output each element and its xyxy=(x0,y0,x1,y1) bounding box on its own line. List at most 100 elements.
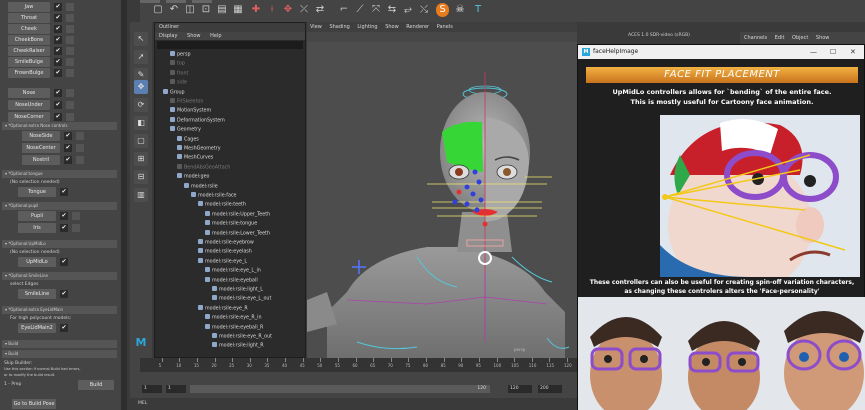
outliner-node[interactable]: model:rsile:eye_L_in xyxy=(205,267,261,275)
rig-build-button[interactable]: UpMidLo xyxy=(18,257,56,267)
rig-section-header[interactable]: *Optional:SmileLine xyxy=(2,272,117,280)
outliner-node[interactable]: model:rsile:tongue xyxy=(205,220,257,228)
rig-section-header[interactable]: *Optional:UpMidLo xyxy=(2,240,117,248)
rig-checkbox[interactable]: ✔ xyxy=(54,14,62,22)
rig-checkbox[interactable]: ✔ xyxy=(54,101,62,109)
parent-icon[interactable]: ⇆ xyxy=(386,3,398,17)
outliner-node[interactable]: Geometry xyxy=(170,126,201,134)
edit-menu[interactable]: Edit xyxy=(775,35,785,41)
rig-options-button[interactable] xyxy=(76,132,84,140)
orient-icon[interactable]: ⤧ xyxy=(370,3,382,17)
viewport-icon-bar[interactable] xyxy=(307,32,577,42)
rig-checkbox[interactable]: ✔ xyxy=(60,258,68,266)
layer-icon[interactable]: ▤ xyxy=(216,3,228,17)
pane-layout-icon[interactable]: ⊟ xyxy=(134,170,148,184)
bind-skin-icon[interactable]: ✥ xyxy=(282,3,294,17)
rig-checkbox[interactable]: ✔ xyxy=(54,58,62,66)
rig-checkbox[interactable]: ✔ xyxy=(54,69,62,77)
rig-build-button[interactable]: Nostril xyxy=(22,155,60,165)
rig-build-button[interactable]: Tongue xyxy=(18,187,56,197)
outliner-node[interactable]: Cages xyxy=(177,135,199,144)
outliner-node[interactable]: model:rsile:eyelash xyxy=(198,248,252,256)
window-titlebar[interactable]: M faceHelpImage — ☐ ✕ xyxy=(578,45,864,59)
rig-options-button[interactable] xyxy=(66,69,74,77)
rig-build-button[interactable]: Pupil xyxy=(18,211,56,221)
outliner-node[interactable]: persp xyxy=(170,51,191,59)
rig-build-button[interactable]: NoseUnder xyxy=(8,100,50,110)
rig-checkbox[interactable]: ✔ xyxy=(60,188,68,196)
rig-build-button[interactable]: CheekBone xyxy=(8,35,50,45)
character-model-view[interactable] xyxy=(307,42,577,358)
pole-icon[interactable]: ⤯ xyxy=(418,3,430,17)
rig-options-button[interactable] xyxy=(76,144,84,152)
viewport-menu-show[interactable]: Show xyxy=(385,24,399,30)
command-line[interactable]: MEL xyxy=(130,398,577,410)
rig-checkbox[interactable]: ✔ xyxy=(54,113,62,121)
mirror-icon[interactable]: ⇄ xyxy=(314,3,326,17)
rig-section-header[interactable]: *Optional:tongue xyxy=(2,170,117,178)
outliner-layout-icon[interactable]: ▥ xyxy=(134,188,148,202)
curve-snap-icon[interactable]: ◫ xyxy=(184,3,196,17)
outliner-node[interactable]: model:rsile:eyebrow xyxy=(198,239,254,247)
rig-options-button[interactable] xyxy=(66,3,74,11)
outliner-node[interactable]: model:rsile xyxy=(184,182,218,191)
rig-options-button[interactable] xyxy=(66,25,74,33)
outliner-node[interactable]: FitSkeleton xyxy=(170,98,203,106)
outliner-node[interactable]: front xyxy=(170,69,188,78)
rig-section-header[interactable]: *Optional:extra EyeLidMain xyxy=(2,306,117,314)
outliner-node[interactable]: Group xyxy=(163,88,185,97)
constraint-icon[interactable]: ⟋ xyxy=(354,3,366,17)
rig-build-button[interactable]: FrownBulge xyxy=(8,68,50,78)
rig-section-header[interactable]: *Optional:extra Nose controls xyxy=(2,122,117,130)
rig-build-button[interactable]: Throat xyxy=(8,13,50,23)
rig-build-button[interactable]: NoseSide xyxy=(22,131,60,141)
rig-build-button[interactable]: NoseCorner xyxy=(8,112,50,122)
outliner-node[interactable]: model:rsile:face xyxy=(191,192,236,200)
channels-menu[interactable]: Channels xyxy=(744,35,767,41)
rig-options-button[interactable] xyxy=(66,58,74,66)
paint-weights-icon[interactable]: ⤫ xyxy=(298,3,310,17)
rig-checkbox[interactable]: ✔ xyxy=(54,25,62,33)
start-frame-field[interactable]: 1 xyxy=(142,385,162,393)
outliner-node[interactable]: model:rsile:eye_R_out xyxy=(212,333,272,341)
rig-options-button[interactable] xyxy=(72,212,80,220)
select-tool-icon[interactable]: ↖ xyxy=(134,32,148,46)
range-slider[interactable]: 120 xyxy=(190,385,490,393)
rig-build-button[interactable]: SmileBulge xyxy=(8,57,50,67)
rig-checkbox[interactable]: ✔ xyxy=(64,156,72,164)
rig-build-button[interactable]: Cheek xyxy=(8,24,50,34)
close-icon[interactable]: ✕ xyxy=(850,45,856,59)
outliner-node[interactable]: model:rsile:teeth xyxy=(198,201,246,209)
minimize-icon[interactable]: — xyxy=(810,45,817,59)
joint-tool-icon[interactable]: ✚ xyxy=(250,3,262,17)
viewport-menu-shading[interactable]: Shading xyxy=(329,24,349,30)
outliner-node[interactable]: model:rsile:eye_L xyxy=(198,257,247,266)
skull-icon[interactable]: ☠ xyxy=(454,3,466,17)
outliner-node[interactable]: model:rsile:eye_R xyxy=(198,304,248,313)
rig-build-button[interactable]: Jaw xyxy=(8,2,50,12)
outliner-node[interactable]: model:rsile:eye_L_out xyxy=(212,295,271,303)
rig-checkbox[interactable]: ✔ xyxy=(60,290,68,298)
rig-options-button[interactable] xyxy=(66,89,74,97)
rig-checkbox[interactable]: ✔ xyxy=(60,324,68,332)
aim-icon[interactable]: ⥂ xyxy=(402,3,414,17)
rig-checkbox[interactable]: ✔ xyxy=(54,89,62,97)
build-button[interactable]: Build xyxy=(78,380,114,390)
timeline-ruler[interactable]: 5 10 15 20 25 30 35 40 45 50 55 60 65 70 75 80 85 90 95 100… xyxy=(140,358,577,372)
outliner-search-input[interactable] xyxy=(157,41,303,49)
playback-end-field[interactable]: 120 xyxy=(508,385,532,393)
point-snap-icon[interactable]: ⊡ xyxy=(200,3,212,17)
rig-checkbox[interactable]: ✔ xyxy=(60,212,68,220)
rig-build-button[interactable]: NoseCenter xyxy=(22,143,60,153)
rig-checkbox[interactable]: ✔ xyxy=(60,224,68,232)
object-menu[interactable]: Object xyxy=(792,35,808,41)
viewport-menu-view[interactable]: View xyxy=(310,24,322,30)
rig-section-header[interactable]: *Optional:pupil xyxy=(2,202,117,210)
outliner-node[interactable]: MotionSystem xyxy=(170,107,211,115)
show-menu[interactable]: Show xyxy=(816,35,830,41)
rig-options-button[interactable] xyxy=(72,224,80,232)
rig-checkbox[interactable]: ✔ xyxy=(54,36,62,44)
outliner-node[interactable]: model:geo xyxy=(177,173,209,181)
rig-options-button[interactable] xyxy=(76,156,84,164)
rotate-tool-icon[interactable]: ⟳ xyxy=(134,98,148,112)
